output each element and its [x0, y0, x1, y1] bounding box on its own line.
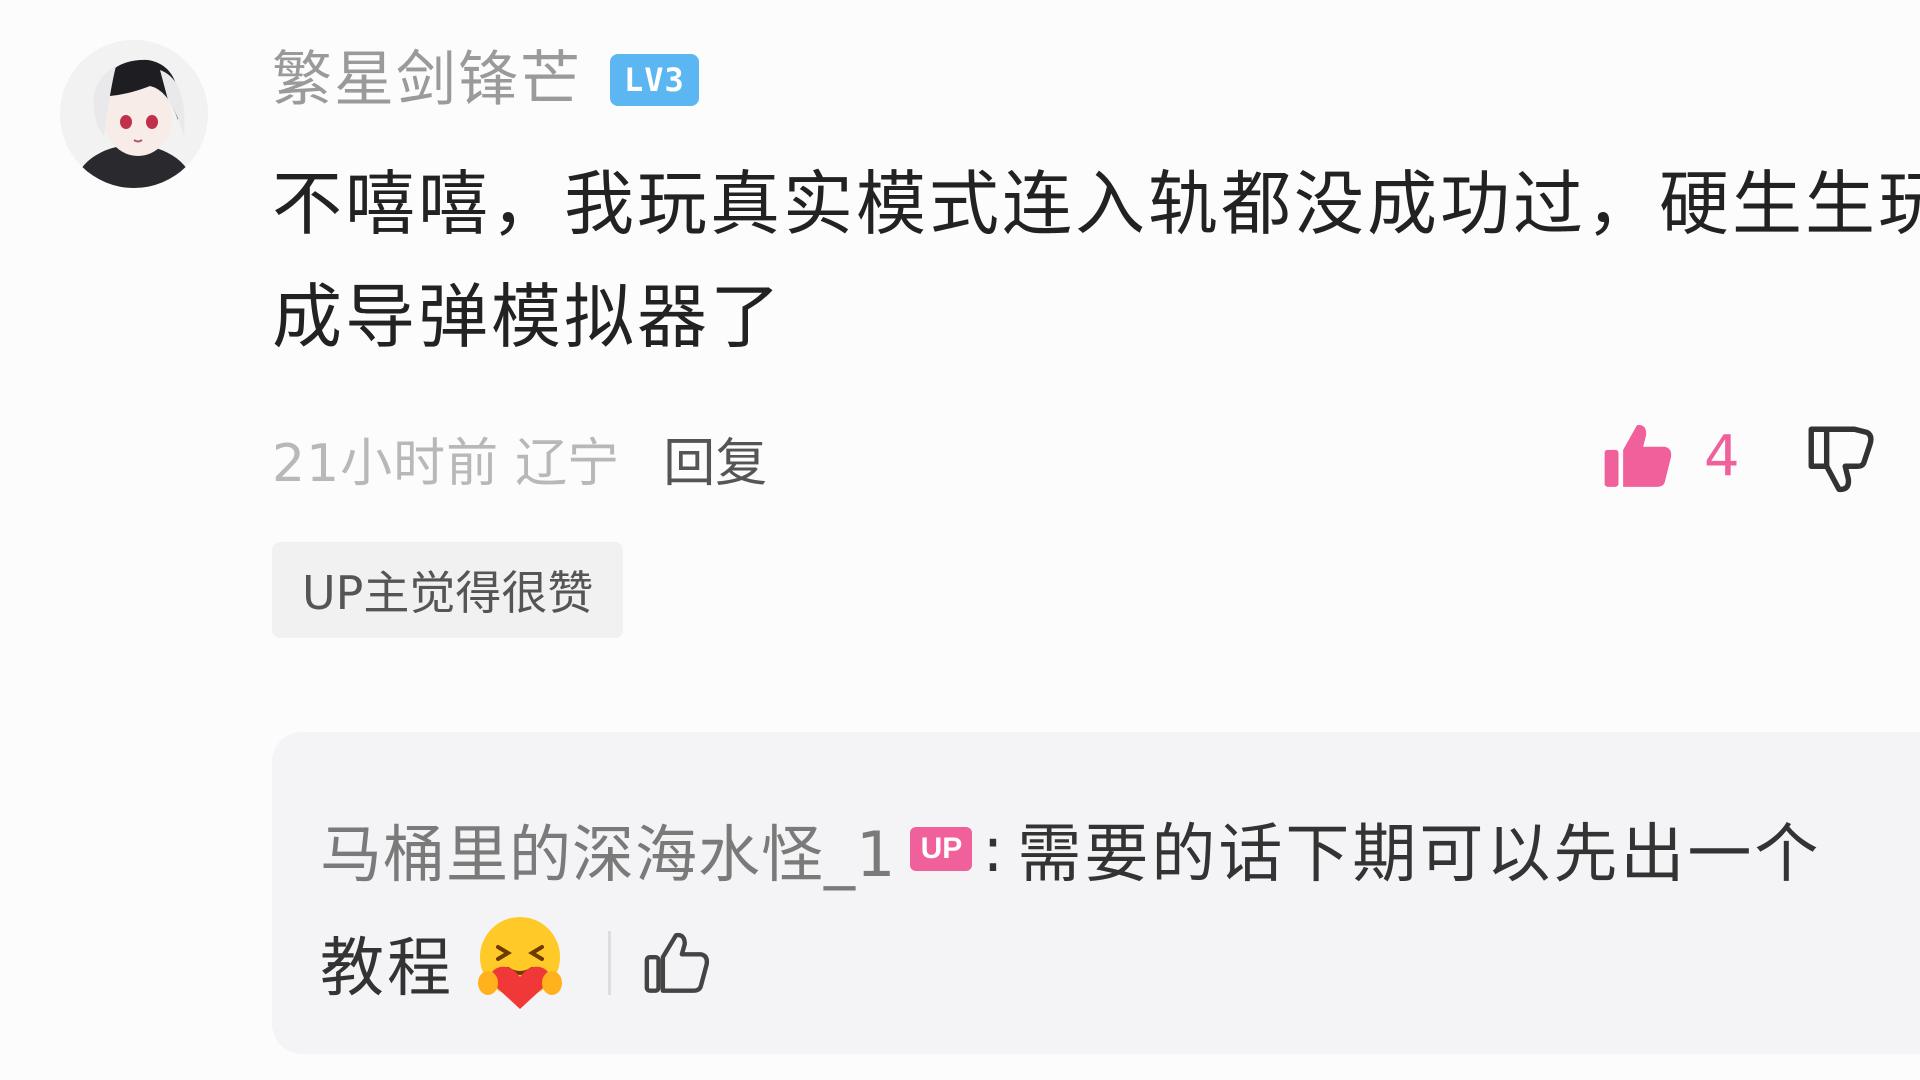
reply-line-2: 教程: [320, 908, 711, 1018]
username[interactable]: 繁星剑锋芒: [272, 50, 582, 110]
comment-time: 21小时前: [272, 433, 500, 494]
comment-item: 繁星剑锋芒 LV3 不嘻嘻，我玩真实模式连入轨都没成功过，硬生生玩成导弹模拟器了…: [0, 0, 1920, 1080]
divider: [608, 931, 611, 995]
level-badge: LV3: [610, 54, 699, 106]
reply-box[interactable]: 马桶里的深海水怪_1 UP : 需要的话下期可以先出一个 教程: [272, 732, 1920, 1054]
like-button[interactable]: 4: [1600, 416, 1740, 496]
comment-text: 不嘻嘻，我玩真实模式连入轨都没成功过，硬生生玩成导弹模拟器了: [272, 163, 1920, 358]
comment-location: 辽宁: [515, 433, 620, 494]
reply-author[interactable]: 马桶里的深海水怪_1: [320, 804, 896, 894]
comment-page: 繁星剑锋芒 LV3 不嘻嘻，我玩真实模式连入轨都没成功过，硬生生玩成导弹模拟器了…: [0, 0, 1920, 1080]
avatar[interactable]: [60, 40, 208, 188]
thumbs-up-icon[interactable]: [641, 928, 711, 998]
like-count: 4: [1704, 423, 1740, 489]
reply-line: 马桶里的深海水怪_1 UP : 需要的话下期可以先出一个: [320, 804, 1821, 894]
up-liked-tag: UP主觉得很赞: [272, 542, 624, 638]
reply-colon: :: [982, 812, 1004, 886]
hug-emoji-icon: [472, 913, 568, 1013]
reply-text-continued: 教程: [320, 932, 454, 1006]
reply-button[interactable]: 回复: [663, 421, 767, 496]
user-row: 繁星剑锋芒 LV3: [272, 42, 699, 118]
thumbs-up-filled-icon: [1600, 419, 1674, 493]
comment-meta: 21小时前 辽宁 回复: [272, 418, 767, 498]
avatar-image: [60, 40, 208, 188]
reply-text: 需要的话下期可以先出一个: [1017, 818, 1822, 892]
thumbs-down-icon[interactable]: [1802, 420, 1876, 494]
up-badge: UP: [910, 827, 973, 871]
